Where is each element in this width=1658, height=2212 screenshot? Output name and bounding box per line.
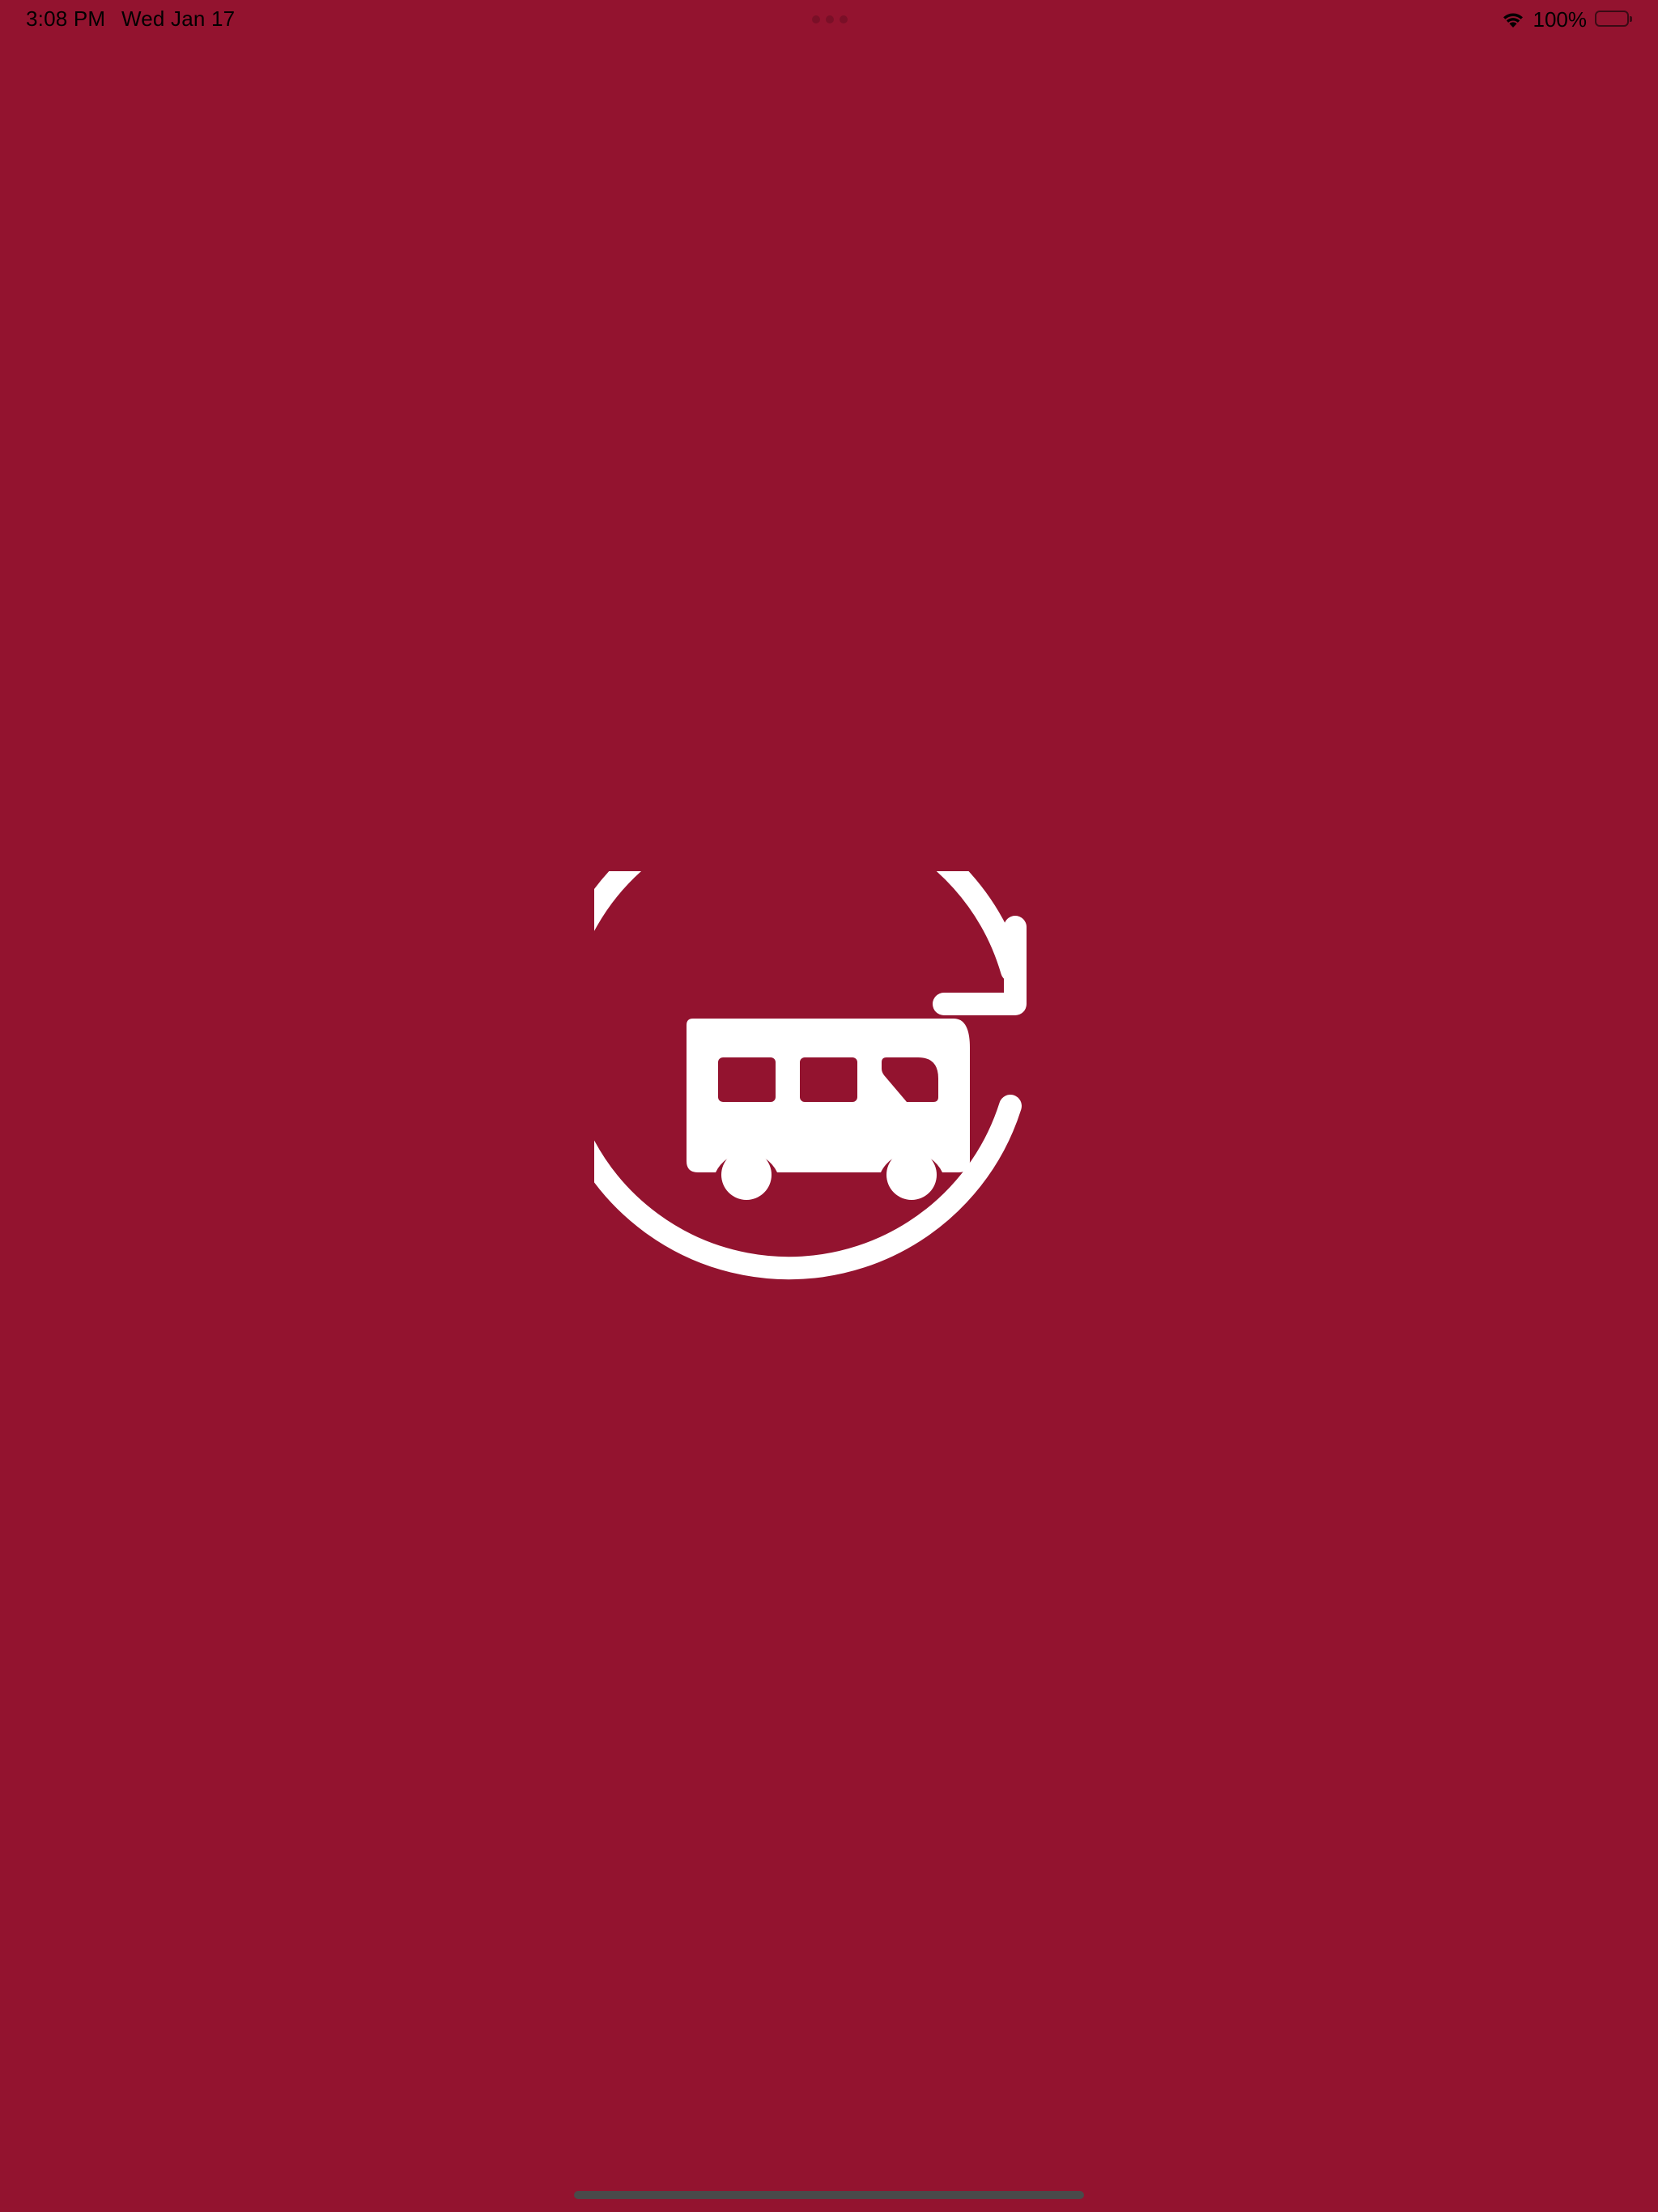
status-indicators: 100%: [1501, 6, 1635, 33]
status-time: 3:08 PM: [26, 6, 106, 31]
home-indicator[interactable]: [574, 2191, 1084, 2199]
battery-percent: 100%: [1533, 6, 1588, 32]
battery-icon: [1595, 11, 1634, 28]
bus-refresh-icon: [594, 871, 1064, 1341]
multitasking-dots-icon[interactable]: [812, 15, 848, 23]
status-bar: 3:08 PM Wed Jan 17 100%: [0, 0, 1658, 39]
status-date: Wed Jan 17: [121, 6, 236, 31]
splash-screen: 3:08 PM Wed Jan 17 100%: [0, 0, 1658, 2212]
wifi-icon: [1501, 10, 1525, 29]
